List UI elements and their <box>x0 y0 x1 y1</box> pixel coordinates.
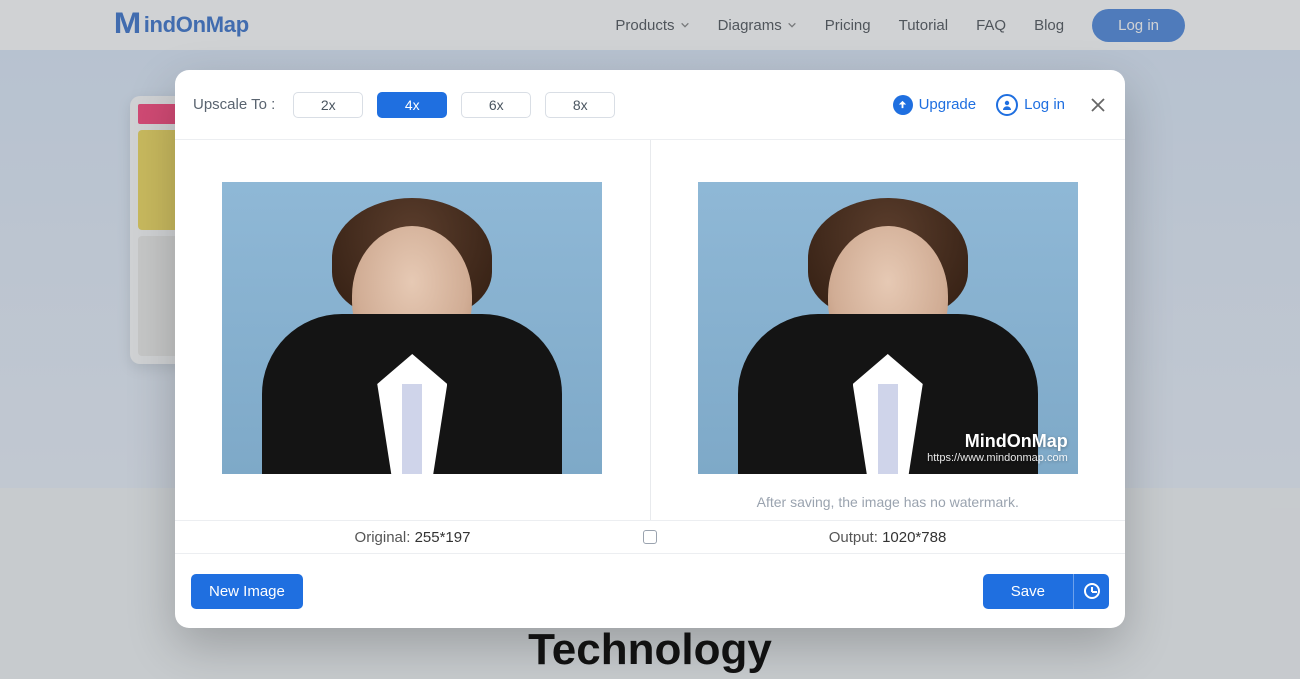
original-dimensions: Original: 255*197 <box>175 529 650 546</box>
clock-icon <box>1084 583 1100 599</box>
modal-login-label: Log in <box>1024 96 1065 113</box>
original-image <box>222 182 602 474</box>
upgrade-link[interactable]: Upgrade <box>893 95 977 115</box>
upscaler-modal: Upscale To : 2x 4x 6x 8x Upgrade Log in <box>175 70 1125 628</box>
compare-area: MindOnMap https://www.mindonmap.com Afte… <box>175 140 1125 520</box>
save-button[interactable]: Save <box>983 574 1073 609</box>
user-icon <box>996 94 1018 116</box>
scale-6x-button[interactable]: 6x <box>461 92 531 118</box>
output-pane: MindOnMap https://www.mindonmap.com Afte… <box>651 140 1126 520</box>
scale-8x-button[interactable]: 8x <box>545 92 615 118</box>
output-image: MindOnMap https://www.mindonmap.com <box>698 182 1078 474</box>
upload-up-icon <box>893 95 913 115</box>
new-image-button[interactable]: New Image <box>191 574 303 609</box>
modal-login-link[interactable]: Log in <box>996 94 1065 116</box>
watermark-brand: MindOnMap <box>927 431 1068 452</box>
modal-header: Upscale To : 2x 4x 6x 8x Upgrade Log in <box>175 70 1125 140</box>
original-pane <box>175 140 650 520</box>
dimensions-row: Original: 255*197 Output: 1020*788 <box>175 520 1125 554</box>
technology-heading: Technology <box>0 625 1300 675</box>
scale-4x-button[interactable]: 4x <box>377 92 447 118</box>
compare-toggle-icon[interactable] <box>643 530 657 544</box>
save-history-button[interactable] <box>1073 574 1109 609</box>
upgrade-label: Upgrade <box>919 96 977 113</box>
watermark-url: https://www.mindonmap.com <box>927 452 1068 464</box>
close-icon[interactable] <box>1089 96 1107 114</box>
save-button-group: Save <box>983 574 1109 609</box>
scale-2x-button[interactable]: 2x <box>293 92 363 118</box>
scale-button-group: 2x 4x 6x 8x <box>293 92 615 118</box>
watermark-hint: After saving, the image has no watermark… <box>757 494 1019 510</box>
output-watermark: MindOnMap https://www.mindonmap.com <box>927 431 1068 464</box>
output-dimensions: Output: 1020*788 <box>650 529 1125 546</box>
upscale-to-label: Upscale To : <box>193 96 275 113</box>
modal-footer: New Image Save <box>175 554 1125 628</box>
